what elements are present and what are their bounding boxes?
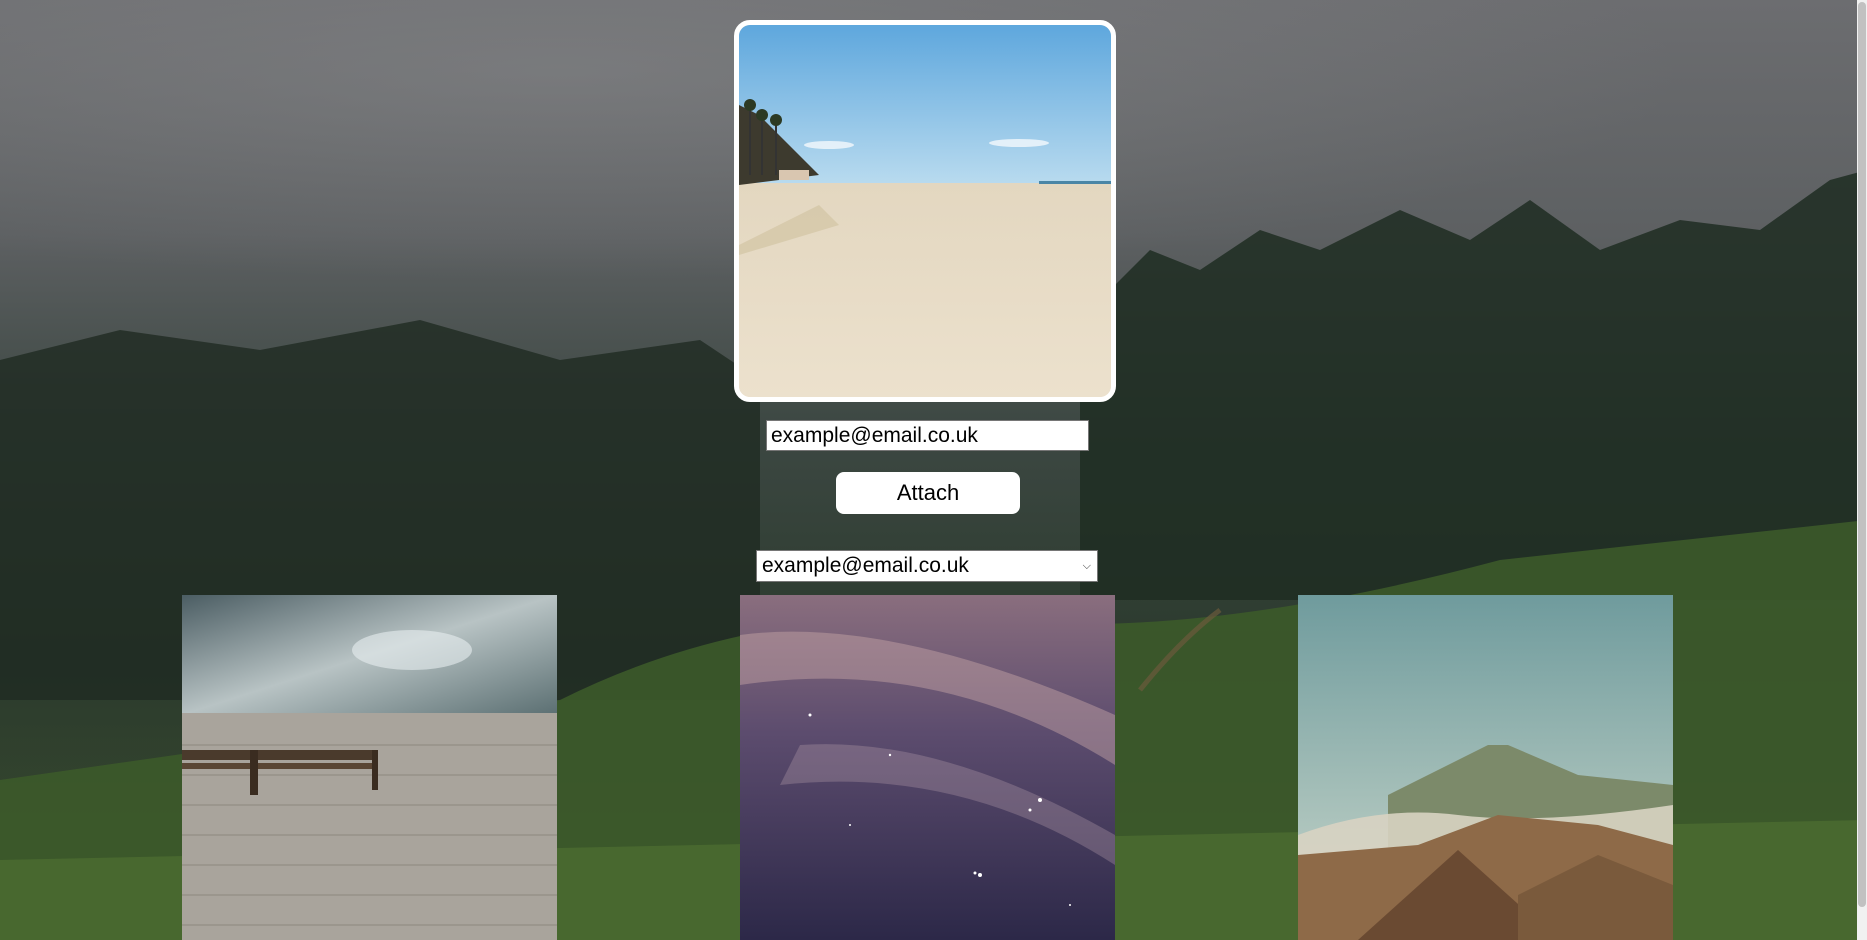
volcano-landscape-photo <box>1298 595 1673 940</box>
email-select-value: example@email.co.uk <box>762 554 969 577</box>
hero-image-frame <box>734 20 1116 402</box>
attach-button[interactable]: Attach <box>836 472 1020 514</box>
thumbnail-dock-bench[interactable] <box>182 595 557 940</box>
email-input[interactable] <box>766 420 1089 451</box>
thumbnail-night-sky[interactable] <box>740 595 1115 940</box>
thumbnail-volcano[interactable] <box>1298 595 1673 940</box>
chevron-down-icon: ⌵ <box>1082 559 1091 572</box>
scrollbar-thumb[interactable] <box>1858 2 1866 907</box>
vertical-scrollbar[interactable] <box>1857 0 1867 940</box>
email-select[interactable]: example@email.co.uk ⌵ <box>756 550 1098 582</box>
night-sky-stars-photo <box>740 595 1115 940</box>
beach-photo <box>739 25 1111 397</box>
dock-bench-lake-photo <box>182 595 557 940</box>
